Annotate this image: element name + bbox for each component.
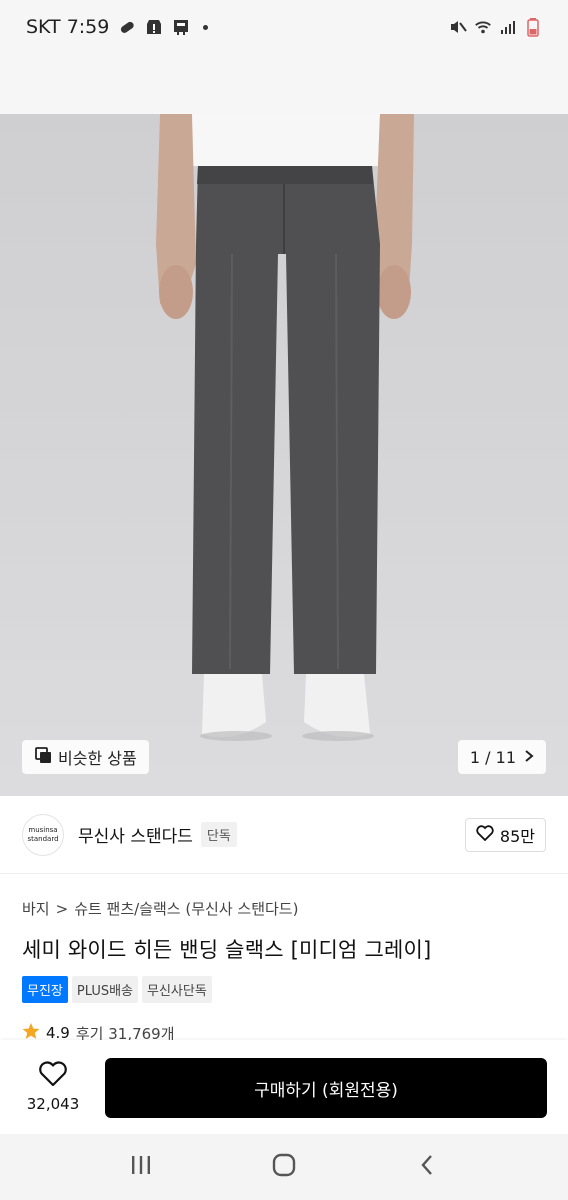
similar-products-label: 비슷한 상품 bbox=[58, 749, 137, 768]
recent-apps-button[interactable] bbox=[111, 1142, 171, 1192]
product-tags: 무진장 PLUS배송 무신사단독 bbox=[22, 976, 212, 1003]
heart-outline-icon bbox=[38, 1061, 68, 1091]
exclusive-badge: 단독 bbox=[200, 822, 237, 847]
similar-products-button[interactable]: 비슷한 상품 bbox=[22, 740, 149, 774]
mute-icon bbox=[449, 18, 467, 36]
chevron-right-icon bbox=[524, 748, 534, 767]
breadcrumb-separator: > bbox=[55, 899, 69, 918]
tag-plus-delivery: PLUS배송 bbox=[71, 976, 139, 1003]
brand-logo-line1: musinsa bbox=[28, 825, 58, 834]
carrier-time: SKT 7:59 bbox=[26, 16, 110, 38]
status-bar: SKT 7:59 bbox=[0, 0, 568, 54]
brand-logo-line2: standard bbox=[27, 834, 59, 843]
wifi-icon bbox=[474, 18, 492, 36]
home-icon bbox=[272, 1153, 296, 1181]
home-button[interactable] bbox=[254, 1142, 314, 1192]
purchase-bar: 32,043 구매하기 (회원전용) bbox=[0, 1040, 568, 1134]
product-image[interactable] bbox=[0, 114, 568, 796]
wishlist-button[interactable]: 32,043 bbox=[0, 1040, 106, 1134]
recent-apps-icon bbox=[129, 1154, 153, 1180]
system-nav-bar bbox=[0, 1134, 568, 1200]
image-pager-button[interactable]: 1 / 11 bbox=[457, 740, 546, 774]
status-right bbox=[449, 18, 542, 37]
back-button[interactable] bbox=[397, 1142, 457, 1192]
app-icon bbox=[172, 18, 190, 36]
tag-mujinjang: 무진장 bbox=[22, 976, 68, 1003]
tag-musinsa-exclusive: 무신사단독 bbox=[142, 976, 212, 1003]
back-icon bbox=[419, 1153, 435, 1181]
status-left: SKT 7:59 bbox=[26, 16, 209, 38]
model-illustration bbox=[156, 114, 414, 741]
breadcrumb-category[interactable]: 슈트 팬츠/슬랙스 (무신사 스탠다드) bbox=[74, 898, 298, 919]
breadcrumb: 바지 > 슈트 팬츠/슬랙스 (무신사 스탠다드) bbox=[22, 898, 298, 919]
breadcrumb-root[interactable]: 바지 bbox=[22, 898, 50, 919]
brand-logo[interactable]: musinsa standard bbox=[22, 813, 64, 856]
wishlist-count: 32,043 bbox=[26, 1095, 80, 1113]
dot-icon bbox=[203, 24, 209, 30]
battery-icon bbox=[524, 18, 542, 37]
product-title: 세미 와이드 히든 밴딩 슬랙스 [미디엄 그레이] bbox=[22, 938, 432, 962]
signal-icon bbox=[499, 18, 517, 36]
brand-like-count: 85만 bbox=[499, 826, 535, 846]
brand-name-link[interactable]: 무신사 스탠다드 bbox=[78, 822, 193, 847]
brand-row: musinsa standard 무신사 스탠다드 단독 85만 bbox=[0, 796, 568, 874]
heart-icon bbox=[476, 824, 494, 845]
buy-button[interactable]: 구매하기 (회원전용) bbox=[105, 1058, 547, 1118]
pill-icon bbox=[118, 18, 136, 36]
image-pager-count: 1 / 11 bbox=[469, 747, 516, 767]
alert-icon bbox=[145, 18, 163, 36]
copy-icon bbox=[34, 746, 52, 768]
brand-like-button[interactable]: 85만 bbox=[464, 817, 546, 852]
app-header-area bbox=[0, 54, 568, 114]
